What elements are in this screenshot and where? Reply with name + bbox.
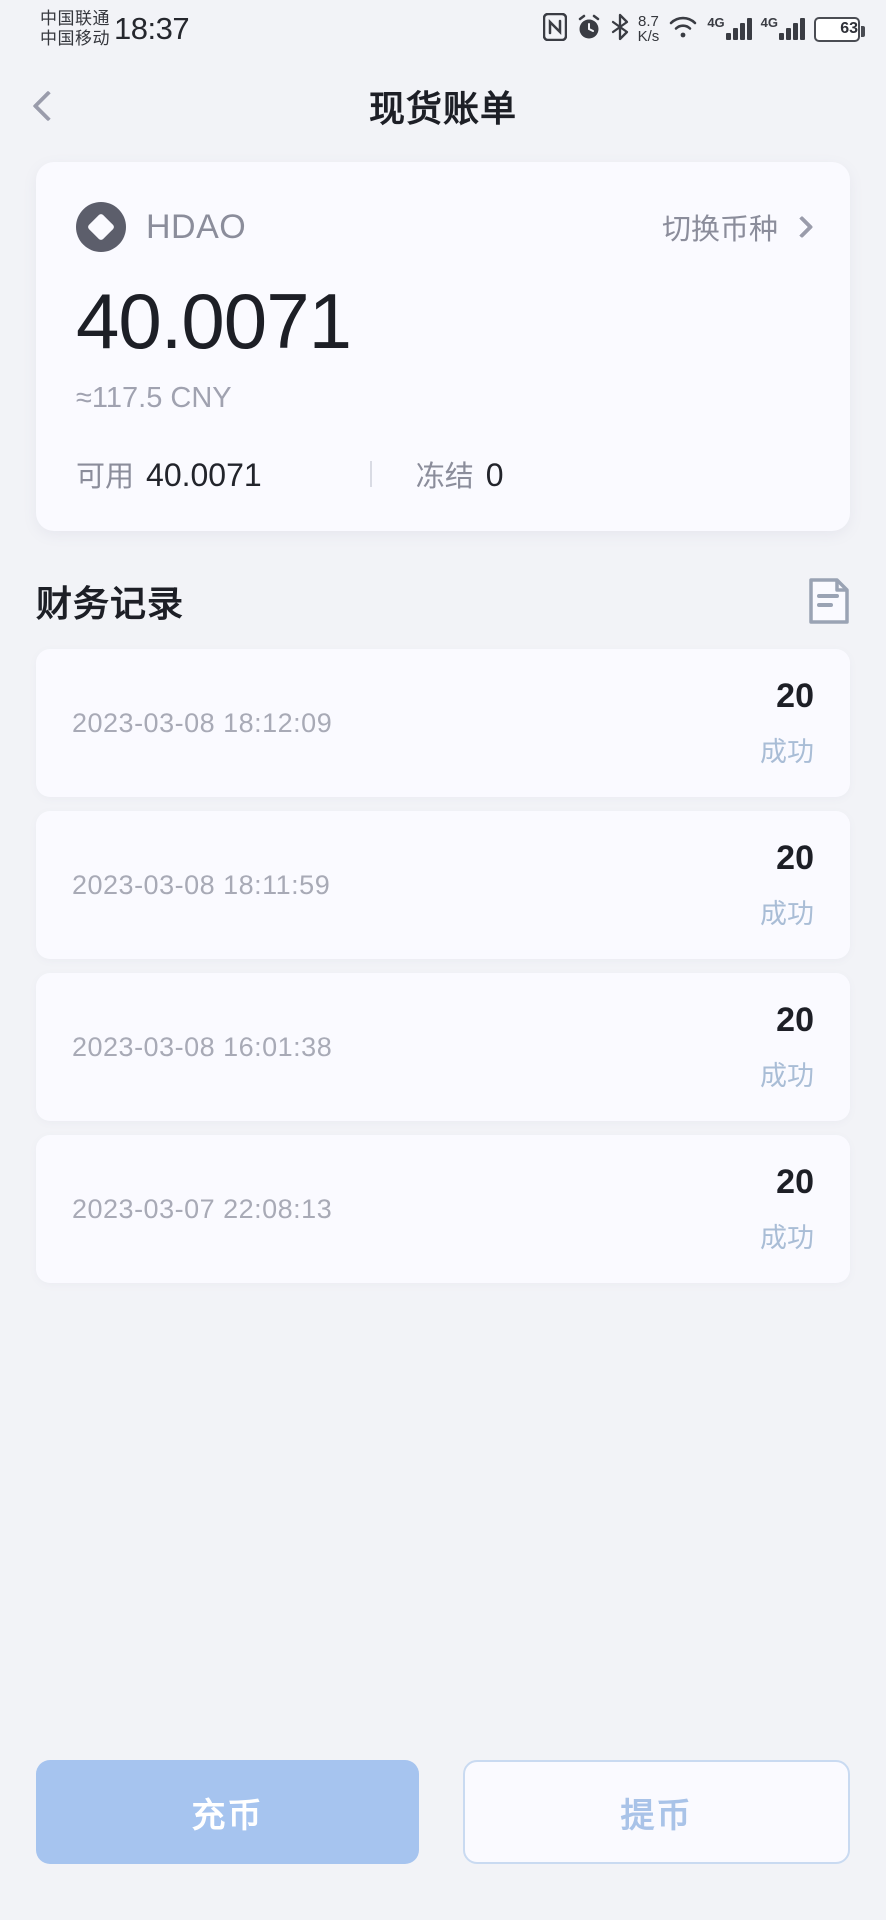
- page-title: 现货账单: [368, 88, 517, 129]
- table-row[interactable]: 2023-03-08 18:11:59 20 成功: [36, 811, 850, 959]
- chevron-right-icon: [790, 215, 814, 239]
- signal-indicator-sim1: 4G: [707, 15, 752, 40]
- record-time: 2023-03-07 22:08:13: [72, 1193, 333, 1224]
- carrier-labels: 中国联通 中国移动: [40, 9, 110, 49]
- frozen-value: 0: [485, 457, 504, 493]
- available-label: 可用: [76, 461, 135, 493]
- switch-currency-label: 切换币种: [661, 214, 778, 246]
- status-badge: 成功: [760, 737, 814, 767]
- network-speed-value: 8.7: [638, 13, 659, 30]
- back-button[interactable]: [0, 58, 96, 154]
- frozen-label: 冻结: [415, 461, 474, 493]
- app-screen: 中国联通 中国移动 18:37 8.7 K/s 4G 4G 63 现货账单 HD…: [0, 0, 886, 1920]
- status-badge: 成功: [760, 1061, 814, 1091]
- nfc-icon: [542, 12, 567, 46]
- balance-card: HDAO 切换币种 40.0071 ≈117.5 CNY 可用 40.0071 …: [36, 162, 850, 531]
- carrier-secondary: 中国移动: [40, 29, 110, 48]
- status-badge: 成功: [760, 1223, 814, 1253]
- status-bar: 中国联通 中国移动 18:37 8.7 K/s 4G 4G 63: [0, 0, 886, 58]
- available-value: 40.0071: [146, 457, 262, 493]
- record-amount: 20: [776, 1001, 814, 1039]
- balance-card-header: HDAO 切换币种: [76, 202, 814, 252]
- status-icons: 8.7 K/s 4G 4G 63: [542, 12, 865, 46]
- record-time: 2023-03-08 18:12:09: [72, 707, 333, 738]
- chevron-left-icon: [32, 90, 64, 122]
- record-meta: 20 成功: [760, 1001, 814, 1093]
- document-list-icon[interactable]: [808, 577, 850, 625]
- table-row[interactable]: 2023-03-08 16:01:38 20 成功: [36, 973, 850, 1121]
- balance-breakdown: 可用 40.0071 冻结 0: [76, 453, 810, 495]
- deposit-button[interactable]: 充币: [36, 1760, 419, 1864]
- record-amount: 20: [776, 1163, 814, 1201]
- coin-symbol: HDAO: [146, 207, 247, 246]
- table-row[interactable]: 2023-03-07 22:08:13 20 成功: [36, 1135, 850, 1283]
- alarm-icon: [576, 13, 602, 46]
- network-speed-unit: K/s: [637, 28, 660, 45]
- signal-indicator-sim2: 4G: [760, 15, 805, 40]
- battery-percent-label: 63: [840, 20, 858, 37]
- record-meta: 20 成功: [760, 839, 814, 931]
- signal-type-label-sim1: 4G: [707, 15, 725, 30]
- withdraw-button[interactable]: 提币: [463, 1760, 850, 1864]
- network-speed-indicator: 8.7 K/s: [638, 14, 660, 44]
- record-amount: 20: [776, 839, 814, 877]
- battery-icon: 63: [814, 16, 865, 42]
- balance-card-wrapper: HDAO 切换币种 40.0071 ≈117.5 CNY 可用 40.0071 …: [0, 154, 886, 531]
- record-time: 2023-03-08 16:01:38: [72, 1031, 333, 1062]
- records-header: 财务记录: [0, 531, 886, 649]
- switch-currency-button[interactable]: 切换币种: [661, 206, 814, 248]
- divider: [369, 461, 372, 487]
- table-row[interactable]: 2023-03-08 18:12:09 20 成功: [36, 649, 850, 797]
- balance-amount: 40.0071: [76, 277, 352, 365]
- records-title: 财务记录: [36, 583, 185, 624]
- record-amount: 20: [776, 677, 814, 715]
- signal-type-label-sim2: 4G: [760, 15, 778, 30]
- status-clock: 18:37: [114, 11, 190, 46]
- nav-bar: 现货账单: [0, 58, 886, 154]
- signal-bars-sim2: [779, 18, 805, 40]
- balance-fiat-value: ≈117.5 CNY: [76, 382, 232, 414]
- signal-bars-sim1: [725, 18, 752, 40]
- carrier-primary: 中国联通: [40, 9, 110, 28]
- wifi-icon: [668, 14, 698, 45]
- frozen-balance: 冻结 0: [416, 453, 504, 495]
- available-balance: 可用 40.0071: [76, 453, 262, 495]
- coin-identity: HDAO: [76, 202, 246, 252]
- records-list: 2023-03-08 18:12:09 20 成功 2023-03-08 18:…: [0, 649, 886, 1283]
- record-meta: 20 成功: [760, 677, 814, 769]
- hdao-coin-icon: [76, 202, 126, 252]
- status-badge: 成功: [760, 899, 814, 929]
- record-meta: 20 成功: [760, 1163, 814, 1255]
- record-time: 2023-03-08 18:11:59: [72, 869, 331, 900]
- bluetooth-icon: [611, 13, 629, 46]
- action-bar: 充币 提币: [0, 1760, 886, 1920]
